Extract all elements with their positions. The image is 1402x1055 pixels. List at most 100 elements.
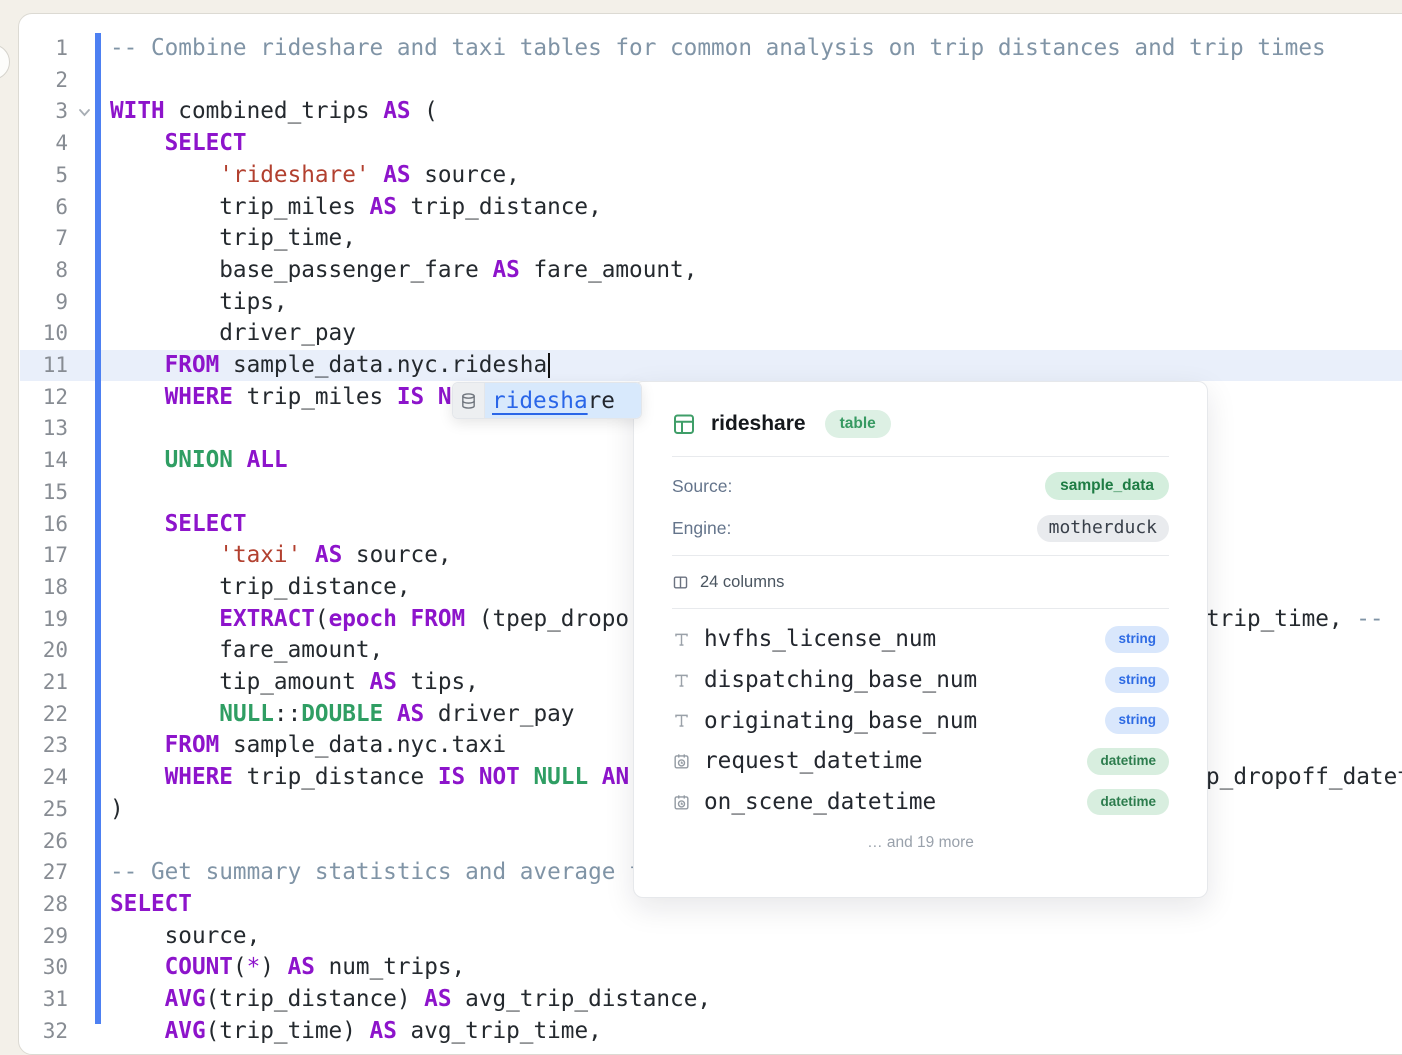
line-number: 25 [24,794,68,826]
code-line-22[interactable]: NULL::DOUBLE AS driver_pay [110,699,574,731]
column-name: request_datetime [704,748,1087,774]
column-name: hvfhs_license_num [704,626,1105,652]
datetime-icon [672,793,691,812]
column-row: hvfhs_license_numstring [672,619,1169,660]
line-number: 31 [24,984,68,1016]
column-type-badge: datetime [1087,748,1169,775]
line-number: 24 [24,762,68,794]
line-number: 9 [24,287,68,319]
chevron-down-icon[interactable] [77,107,92,118]
line-number: 16 [24,509,68,541]
code-line-19[interactable]: EXTRACT(epoch FROM (tpep_dropo [110,604,629,636]
line-number: 27 [24,857,68,889]
table-meta: Source: sample_data Engine: motherduck [672,465,1169,549]
autocomplete-item-rideshare[interactable]: rideshare [485,383,641,418]
code-line-27[interactable]: -- Get summary statistics and average f [110,857,643,889]
text-type-icon [672,671,691,690]
meta-row: Engine: motherduck [672,507,1169,549]
line-number: 7 [24,223,68,255]
code-line-16[interactable]: SELECT [110,509,247,541]
column-type-badge: datetime [1087,789,1169,816]
line-number: 22 [24,699,68,731]
panel-toggle-fragment[interactable] [0,44,10,80]
line-number: 11 [24,350,68,382]
code-line-12[interactable]: WHERE trip_miles IS N [110,382,452,414]
code-line-24-fragment[interactable]: p_dropoff_datet [1206,762,1402,794]
change-indicator-bar [95,33,101,1024]
line-number: 3 [24,96,68,128]
meta-label: Source: [672,476,732,497]
code-line-24[interactable]: WHERE trip_distance IS NOT NULL AN [110,762,629,794]
code-line-28[interactable]: SELECT [110,889,192,921]
code-line-5[interactable]: 'rideshare' AS source, [110,160,520,192]
object-type-badge: table [825,410,891,439]
line-number: 14 [24,445,68,477]
text-type-icon [672,630,691,649]
meta-value-badge: motherduck [1037,515,1169,542]
line-number: 1 [24,33,68,65]
code-line-14[interactable]: UNION ALL [110,445,288,477]
code-line-17[interactable]: 'taxi' AS source, [110,540,452,572]
column-type-badge: string [1105,667,1169,694]
code-line-7[interactable]: trip_time, [110,223,356,255]
line-number: 10 [24,318,68,350]
columns-list: hvfhs_license_numstringdispatching_base_… [672,619,1169,822]
code-line-31[interactable]: AVG(trip_distance) AS avg_trip_distance, [110,984,711,1016]
column-row: on_scene_datetimedatetime [672,782,1169,823]
table-name: rideshare [711,412,806,436]
text-type-icon [672,711,691,730]
code-line-3[interactable]: WITH combined_trips AS ( [110,96,438,128]
divider [672,456,1169,457]
code-line-4[interactable]: SELECT [110,128,247,160]
column-type-badge: string [1105,707,1169,734]
more-columns-text: … and 19 more [672,834,1169,852]
text-cursor [548,353,550,378]
autocomplete-match-text: ridesha [492,388,588,414]
line-number: 6 [24,192,68,224]
code-line-29[interactable]: source, [110,921,260,953]
code-line-21[interactable]: tip_amount AS tips, [110,667,479,699]
database-icon [453,383,485,418]
column-row: dispatching_base_numstring [672,660,1169,701]
line-number: 28 [24,889,68,921]
line-number: 30 [24,952,68,984]
line-number: 23 [24,730,68,762]
code-line-19-fragment[interactable]: trip_time, -- [1206,604,1384,636]
line-number: 19 [24,604,68,636]
column-type-badge: string [1105,626,1169,653]
line-number: 26 [24,826,68,858]
meta-row: Source: sample_data [672,465,1169,507]
code-line-20[interactable]: fare_amount, [110,635,383,667]
meta-value-badge: sample_data [1045,472,1169,501]
table-icon [672,412,696,436]
divider [672,608,1169,609]
code-line-25[interactable]: ) [110,794,124,826]
autocomplete-popup: rideshare [452,382,642,419]
code-line-11[interactable]: FROM sample_data.nyc.ridesha [110,350,547,382]
line-number: 32 [24,1016,68,1048]
column-name: dispatching_base_num [704,667,1105,693]
line-number: 5 [24,160,68,192]
line-number: 17 [24,540,68,572]
table-info-card: rideshare table Source: sample_data Engine… [633,381,1208,898]
line-number: 20 [24,635,68,667]
column-name: on_scene_datetime [704,789,1087,815]
code-line-10[interactable]: driver_pay [110,318,356,350]
line-number: 29 [24,921,68,953]
code-line-32[interactable]: AVG(trip_time) AS avg_trip_time, [110,1016,602,1048]
datetime-icon [672,752,691,771]
code-line-8[interactable]: base_passenger_fare AS fare_amount, [110,255,697,287]
code-line-6[interactable]: trip_miles AS trip_distance, [110,192,602,224]
code-line-18[interactable]: trip_distance, [110,572,411,604]
code-line-9[interactable]: tips, [110,287,288,319]
line-number: 15 [24,477,68,509]
table-card-header: rideshare table [672,402,1169,446]
code-line-1[interactable]: -- Combine rideshare and taxi tables for… [110,33,1326,65]
code-line-30[interactable]: COUNT(*) AS num_trips, [110,952,465,984]
line-number: 2 [24,65,68,97]
column-name: originating_base_num [704,708,1105,734]
meta-label: Engine: [672,518,731,539]
code-line-23[interactable]: FROM sample_data.nyc.taxi [110,730,506,762]
line-number: 4 [24,128,68,160]
line-number: 8 [24,255,68,287]
